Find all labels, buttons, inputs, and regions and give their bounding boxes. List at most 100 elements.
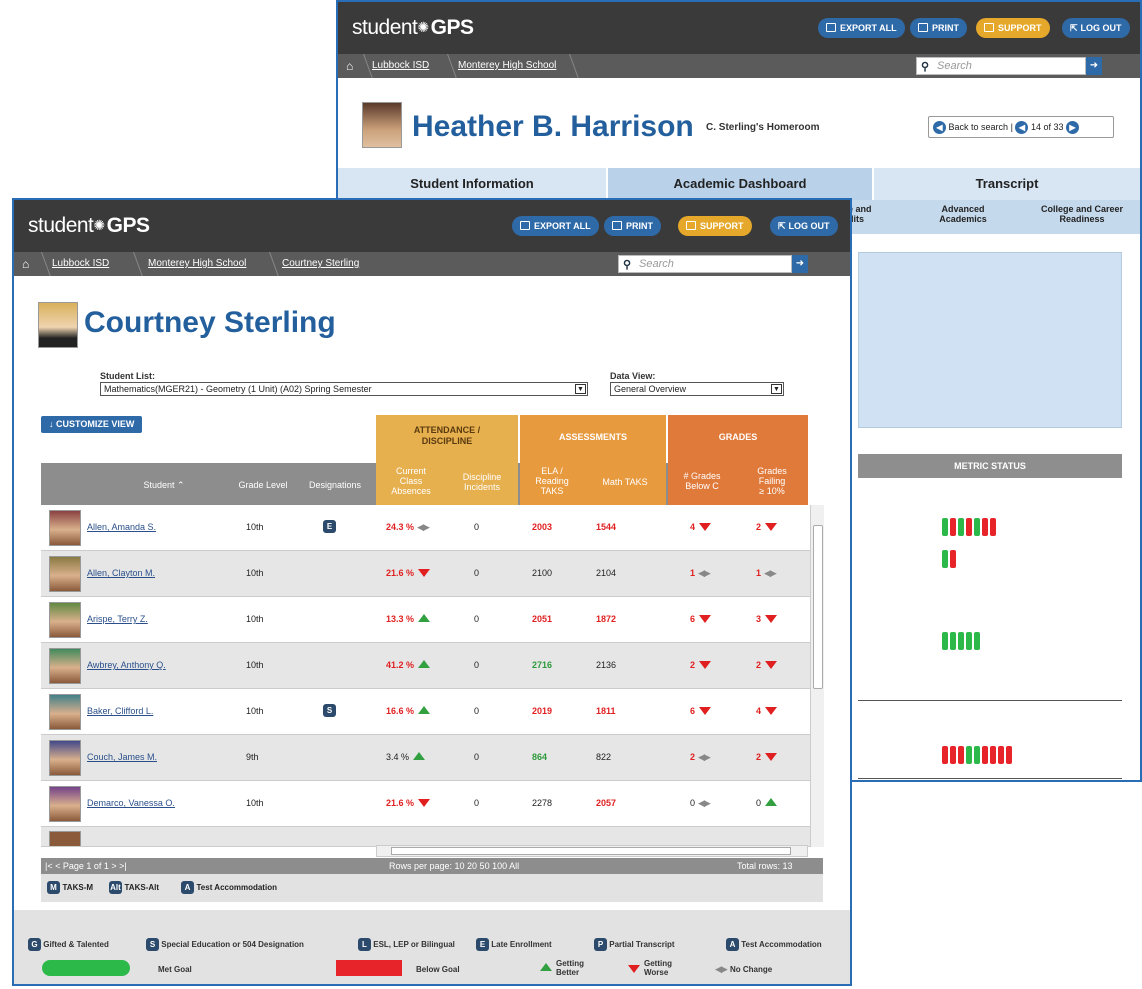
- cell-math: 2104: [596, 568, 616, 578]
- designation-badge[interactable]: S: [323, 704, 336, 717]
- table-row[interactable]: Baker, Clifford L. 10th S 16.6 % 0 2019 1811 6 4: [41, 689, 823, 735]
- tab-transcript[interactable]: Transcript: [874, 168, 1140, 200]
- table-row[interactable]: Demarco, Vanessa O. 10th 21.6 % 0 2278 2057 0 ◀…: [41, 781, 823, 827]
- cell-ela-value: 2100: [532, 568, 553, 578]
- col-math-taks[interactable]: Math TAKS: [586, 477, 664, 487]
- horizontal-scrollbar[interactable]: [376, 845, 808, 857]
- studentgps-logo[interactable]: student✺GPS: [352, 16, 474, 40]
- cell-fail-value: 1: [756, 568, 762, 578]
- back-arrow-icon[interactable]: ◀: [933, 121, 946, 134]
- col-grades-failing[interactable]: Grades Failing ≥ 10%: [738, 466, 806, 496]
- legend-badge: E: [476, 938, 489, 951]
- table-row-partial[interactable]: [41, 827, 823, 847]
- support-icon: [984, 23, 994, 32]
- student-name-link[interactable]: Allen, Amanda S.: [87, 522, 156, 532]
- cell-below: 6: [690, 706, 712, 716]
- data-view-select[interactable]: General Overview ▼: [610, 382, 784, 396]
- crumb-district[interactable]: Lubbock ISD: [372, 60, 429, 71]
- subtab-advanced-academics[interactable]: Advanced Academics: [918, 204, 1008, 224]
- student-list-select[interactable]: Mathematics(MGER21) - Geometry (1 Unit) …: [100, 382, 588, 396]
- trend-down-icon: [699, 615, 712, 623]
- cell-fail-value: 3: [756, 614, 762, 624]
- col-student[interactable]: Student ⌃: [104, 480, 224, 490]
- table-row[interactable]: Couch, James M. 9th 3.4 % 0 864 822 2 ◀▶ 2: [41, 735, 823, 781]
- hscroll-thumb[interactable]: [391, 847, 791, 855]
- customize-view-button[interactable]: ↓ CUSTOMIZE VIEW: [41, 416, 143, 433]
- student-name-link[interactable]: Baker, Clifford L.: [87, 706, 153, 716]
- front-breadcrumb: ⌂ Lubbock ISD Monterey High School Court…: [14, 252, 850, 276]
- below-goal-bar: [990, 518, 996, 536]
- next-record-icon[interactable]: ▶: [1065, 121, 1079, 134]
- table-row[interactable]: Allen, Amanda S. 10th E 24.3 % ◀▶ 0 2003 1544 4 2: [41, 505, 823, 551]
- support-button[interactable]: SUPPORT: [976, 18, 1050, 38]
- crumb-teacher[interactable]: Courtney Sterling: [282, 258, 359, 269]
- search-go-button[interactable]: ➜: [1086, 57, 1102, 75]
- print-button[interactable]: PRINT: [910, 18, 967, 38]
- met-goal-bar: [942, 518, 948, 536]
- rows-per-page[interactable]: Rows per page: 10 20 50 100 All: [389, 861, 519, 871]
- search-input[interactable]: ⚲ Search: [916, 57, 1086, 75]
- printer-icon: [918, 23, 928, 32]
- home-icon[interactable]: ⌂: [346, 59, 353, 73]
- logout-label: LOG OUT: [788, 221, 830, 231]
- record-nav: ◀ Back to search | ◀ 14 of 33 ▶: [928, 116, 1114, 138]
- trend-down-icon: [765, 661, 778, 669]
- back-to-search-link[interactable]: Back to search: [949, 122, 1009, 132]
- studentgps-logo[interactable]: student✺GPS: [28, 214, 150, 238]
- support-icon: [686, 221, 696, 230]
- logout-button[interactable]: ⇱ LOG OUT: [1062, 18, 1130, 38]
- tab-label: Academic Dashboard: [673, 176, 807, 191]
- col-designations[interactable]: Designations: [300, 480, 370, 490]
- cell-disc-value: 0: [474, 614, 480, 624]
- col-discipline-incidents[interactable]: Discipline Incidents: [448, 472, 516, 492]
- designation-badge[interactable]: E: [323, 520, 336, 533]
- student-name-link[interactable]: Allen, Clayton M.: [87, 568, 155, 578]
- student-name-link[interactable]: Awbrey, Anthony Q.: [87, 660, 166, 670]
- col-grades-below-c[interactable]: # Grades Below C: [670, 471, 734, 491]
- crumb-district[interactable]: Lubbock ISD: [52, 258, 109, 269]
- crumb-school[interactable]: Monterey High School: [458, 60, 556, 71]
- search-placeholder: Search: [937, 60, 972, 72]
- search-input[interactable]: ⚲ Search: [618, 255, 792, 273]
- vertical-scrollbar[interactable]: [810, 505, 824, 847]
- scrollbar-thumb[interactable]: [813, 525, 823, 689]
- col-student-label: Student: [143, 480, 175, 490]
- search-go-button[interactable]: ➜: [792, 255, 808, 273]
- table-row[interactable]: Awbrey, Anthony Q. 10th 41.2 % 0 2716 2136 2 2: [41, 643, 823, 689]
- below-goal-label: Below Goal: [416, 965, 460, 974]
- cell-below: 1 ◀▶: [690, 568, 711, 579]
- student-photo: [49, 648, 81, 684]
- getting-better-label: Getting Better: [556, 959, 584, 977]
- metric-bars-row-1: [942, 518, 996, 536]
- export-all-button[interactable]: EXPORT ALL: [512, 216, 599, 236]
- student-name-link[interactable]: Demarco, Vanessa O.: [87, 798, 175, 808]
- grade-level: 10th: [246, 568, 264, 578]
- tab-academic-dashboard[interactable]: Academic Dashboard: [608, 168, 872, 200]
- grade-level: 10th: [246, 706, 264, 716]
- cell-math: 1872: [596, 614, 616, 624]
- export-all-button[interactable]: EXPORT ALL: [818, 18, 905, 38]
- below-goal-bar: [982, 746, 988, 764]
- subtab-college-career[interactable]: College and Career Readiness: [1026, 204, 1138, 224]
- logout-button[interactable]: ⇱ LOG OUT: [770, 216, 838, 236]
- col-class-absences[interactable]: Current Class Absences: [378, 466, 444, 496]
- col-grade-level[interactable]: Grade Level: [228, 480, 298, 490]
- col-ela-reading-taks[interactable]: ELA / Reading TAKS: [522, 466, 582, 496]
- support-button[interactable]: SUPPORT: [678, 216, 752, 236]
- crumb-school[interactable]: Monterey High School: [148, 258, 246, 269]
- student-name-link[interactable]: Couch, James M.: [87, 752, 157, 762]
- student-name-link[interactable]: Arispe, Terry Z.: [87, 614, 148, 624]
- table-row[interactable]: Allen, Clayton M. 10th 21.6 % 0 2100 2104 1 ◀▶ 1…: [41, 551, 823, 597]
- subtab-credits[interactable]: e and dits: [848, 204, 888, 224]
- pager-controls[interactable]: |< < Page 1 of 1 > >|: [45, 861, 127, 871]
- grade-level: 9th: [246, 752, 259, 762]
- cell-disc: 0: [474, 706, 479, 716]
- trend-down-icon: [418, 799, 431, 807]
- prev-record-icon[interactable]: ◀: [1015, 121, 1029, 134]
- home-icon[interactable]: ⌂: [22, 257, 29, 271]
- table-row[interactable]: Arispe, Terry Z. 10th 13.3 % 0 2051 1872 6 3: [41, 597, 823, 643]
- print-button[interactable]: PRINT: [604, 216, 661, 236]
- met-goal-bar: [974, 518, 980, 536]
- met-goal-bar: [958, 518, 964, 536]
- tab-student-information[interactable]: Student Information: [338, 168, 606, 200]
